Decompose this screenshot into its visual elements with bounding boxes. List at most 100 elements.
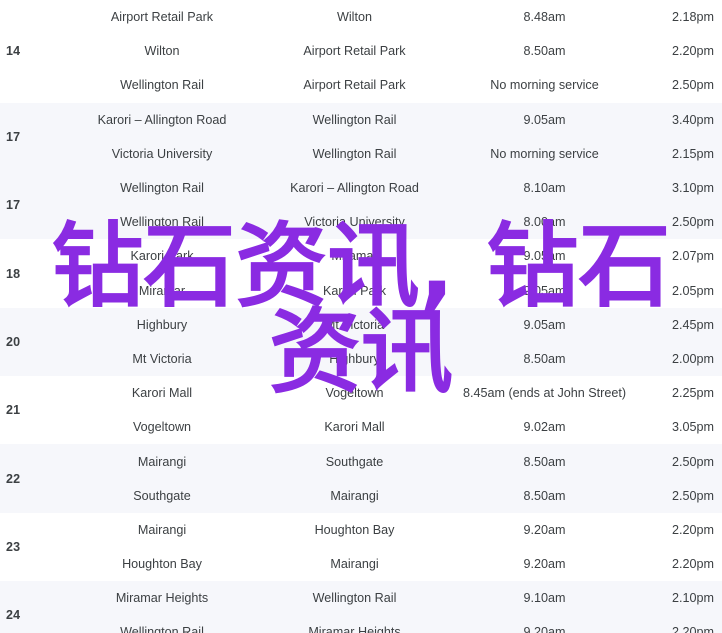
table-row: Karori – Allington Road Wellington Rail 9.…: [62, 103, 722, 137]
route-number: 22: [6, 471, 21, 486]
morning-departure-cell: No morning service: [490, 78, 599, 93]
route-number: 17: [6, 198, 21, 213]
table-row: Mairangi Southgate 8.50am 2.50pm: [62, 444, 722, 478]
route-number: 23: [6, 540, 21, 554]
destination-cell: Airport Retail Park: [303, 78, 406, 93]
route-trip-list: Airport Retail Park Wilton 8.48am 2.18pm Wil…: [62, 0, 722, 103]
route-number: 18: [6, 266, 21, 281]
route-trip-list: Karori Park Miramar 9.05am 2.07pm Miramar Kar…: [62, 239, 722, 307]
origin-cell: Vogeltown: [132, 420, 192, 435]
destination-cell: Airport Retail Park: [303, 44, 406, 59]
route-number: 14: [6, 44, 21, 59]
afternoon-departure-cell: 2.20pm: [671, 522, 714, 537]
table-row: Wellington Rail Karori – Allington Road 8.…: [62, 171, 722, 205]
afternoon-departure-cell: 2.00pm: [671, 351, 714, 366]
destination-cell: Wellington Rail: [312, 112, 397, 127]
route-trip-list: Mairangi Southgate 8.50am 2.50pm Southgate Ma…: [62, 444, 722, 512]
origin-cell: Wellington Rail: [120, 215, 204, 230]
route-group: 22 Mairangi Southgate 8.50am 2.50pm Southgate…: [0, 444, 722, 513]
morning-departure-cell: 8.00am: [523, 215, 566, 230]
origin-cell: Wellington Rail: [120, 78, 204, 93]
destination-cell: Miramar: [331, 249, 378, 264]
table-row: Karori Mall Vogeltown 8.45am (ends at John…: [62, 376, 722, 410]
morning-departure-cell: 9.05am: [523, 283, 566, 298]
destination-cell: Highbury: [329, 351, 380, 366]
afternoon-departure-cell: 2.20pm: [671, 625, 714, 633]
morning-departure-cell: 8.50am: [523, 454, 566, 469]
route-number: 17: [6, 129, 21, 144]
afternoon-departure-cell: 2.50pm: [671, 78, 714, 93]
table-row: Highbury Mt Victoria 9.05am 2.45pm: [62, 308, 722, 342]
origin-cell: Wellington Rail: [120, 181, 204, 196]
morning-departure-cell: 8.50am: [523, 44, 566, 59]
route-trip-list: Wellington Rail Karori – Allington Road 8.…: [62, 171, 722, 239]
route-group: 23 Mairangi Houghton Bay 9.20am 2.20pm Hought…: [0, 512, 722, 582]
origin-cell: Miramar Heights: [115, 591, 209, 606]
morning-departure-cell: 9.02am: [523, 420, 566, 435]
origin-cell: Southgate: [133, 488, 191, 503]
destination-cell: Wellington Rail: [312, 591, 397, 606]
origin-cell: Mairangi: [137, 454, 187, 469]
table-row: Airport Retail Park Wilton 8.48am 2.18pm: [62, 0, 722, 34]
destination-cell: Southgate: [325, 454, 384, 469]
afternoon-departure-cell: 2.50pm: [671, 454, 714, 469]
route-number: 21: [6, 403, 21, 418]
destination-cell: Wellington Rail: [312, 146, 397, 161]
afternoon-departure-cell: 2.10pm: [671, 591, 714, 606]
morning-departure-cell: 9.05am: [523, 249, 566, 264]
origin-cell: Airport Retail Park: [110, 10, 214, 25]
route-group: 17 Wellington Rail Karori – Allington Road…: [0, 170, 722, 240]
table-row: Mt Victoria Highbury 8.50am 2.00pm: [62, 342, 722, 376]
origin-cell: Miramar: [138, 283, 186, 298]
origin-cell: Mairangi: [137, 522, 187, 537]
route-trip-list: Highbury Mt Victoria 9.05am 2.45pm Mt Victor…: [62, 308, 722, 376]
destination-cell: Karori Park: [323, 283, 386, 298]
destination-cell: Mairangi: [330, 557, 379, 572]
afternoon-departure-cell: 2.25pm: [671, 386, 714, 401]
afternoon-departure-cell: 2.20pm: [671, 557, 714, 572]
morning-departure-cell: 8.50am: [523, 488, 566, 503]
route-number: 24: [6, 608, 21, 623]
morning-departure-cell: 9.20am: [523, 625, 566, 633]
afternoon-departure-cell: 2.07pm: [671, 249, 714, 264]
afternoon-departure-cell: 3.40pm: [671, 112, 714, 127]
morning-departure-cell: 8.10am: [523, 181, 566, 196]
origin-cell: Houghton Bay: [122, 557, 202, 572]
route-group: 17 Karori – Allington Road Wellington Rail…: [0, 102, 722, 171]
route-trip-list: Miramar Heights Wellington Rail 9.10am 2.10…: [62, 581, 722, 633]
table-row: Southgate Mairangi 8.50am 2.50pm: [62, 479, 722, 513]
route-group: 18 Karori Park Miramar 9.05am 2.07pm Miramar K…: [0, 239, 722, 308]
origin-cell: Victoria University: [111, 146, 213, 161]
table-row: Miramar Heights Wellington Rail 9.10am 2.10…: [62, 581, 722, 615]
afternoon-departure-cell: 2.50pm: [671, 215, 714, 230]
table-row: Houghton Bay Mairangi 9.20am 2.20pm: [62, 547, 722, 581]
afternoon-departure-cell: 2.50pm: [671, 488, 714, 503]
table-row: Vogeltown Karori Mall 9.02am 3.05pm: [62, 410, 722, 444]
morning-departure-cell: 9.20am: [523, 522, 566, 537]
destination-cell: Mt Victoria: [324, 317, 385, 332]
route-group: 14 Airport Retail Park Wilton 8.48am 2.18pm W…: [0, 0, 722, 103]
origin-cell: Karori – Allington Road: [97, 112, 227, 127]
origin-cell: Karori Mall: [131, 386, 193, 401]
route-group: 21 Karori Mall Vogeltown 8.45am (ends at Jo…: [0, 376, 722, 445]
morning-departure-cell: 9.05am: [523, 317, 566, 332]
morning-departure-cell: 8.45am (ends at John Street): [462, 386, 627, 401]
table-row: Wellington Rail Miramar Heights 9.20am 2.20…: [62, 615, 722, 633]
morning-departure-cell: 8.48am: [523, 10, 566, 25]
table-row: Miramar Karori Park 9.05am 2.05pm: [62, 274, 722, 308]
destination-cell: Victoria University: [304, 215, 405, 230]
destination-cell: Wilton: [337, 10, 372, 25]
origin-cell: Wilton: [144, 44, 180, 59]
destination-cell: Miramar Heights: [308, 625, 401, 633]
morning-departure-cell: 9.20am: [523, 557, 566, 572]
page-root: 14 Airport Retail Park Wilton 8.48am 2.18pm W…: [0, 0, 722, 633]
morning-departure-cell: 9.10am: [523, 591, 566, 606]
origin-cell: Wellington Rail: [120, 625, 204, 633]
afternoon-departure-cell: 2.20pm: [671, 44, 714, 59]
bus-timetable: 14 Airport Retail Park Wilton 8.48am 2.18pm W…: [0, 0, 722, 633]
destination-cell: Mairangi: [330, 488, 379, 503]
afternoon-departure-cell: 3.10pm: [671, 181, 714, 196]
route-trip-list: Karori Mall Vogeltown 8.45am (ends at John…: [62, 376, 722, 444]
morning-departure-cell: 8.50am: [523, 351, 566, 366]
morning-departure-cell: No morning service: [490, 146, 599, 161]
